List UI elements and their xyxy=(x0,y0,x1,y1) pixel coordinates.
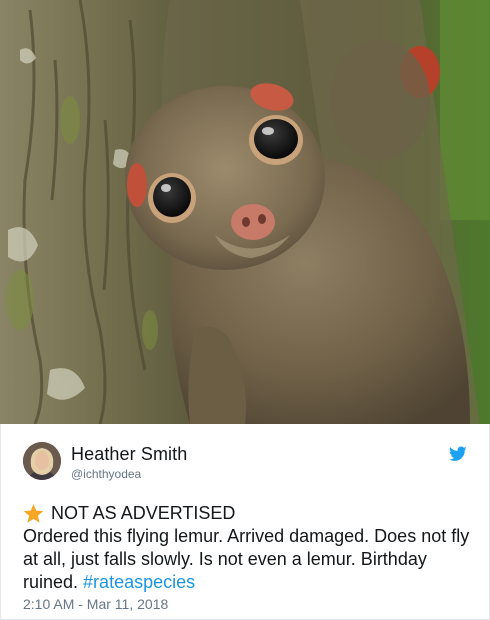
star-icon xyxy=(23,503,44,523)
author-handle[interactable]: @ichthyodea xyxy=(71,467,141,481)
twitter-bird-icon[interactable] xyxy=(449,446,467,462)
tweet-timestamp[interactable]: 2:10 AM - Mar 11, 2018 xyxy=(23,596,168,612)
tweet-photo[interactable] xyxy=(0,0,490,424)
tweet-card: Heather Smith @ichthyodea NOT AS ADVERTI… xyxy=(0,0,490,620)
tweet-text: NOT AS ADVERTISED Ordered this flying le… xyxy=(23,502,473,594)
author-name[interactable]: Heather Smith xyxy=(71,444,187,465)
avatar[interactable] xyxy=(23,442,61,480)
hashtag-link[interactable]: #rateaspecies xyxy=(83,572,195,592)
tweet-body: Heather Smith @ichthyodea NOT AS ADVERTI… xyxy=(0,424,490,620)
avatar-image xyxy=(23,442,61,480)
tweet-headline: NOT AS ADVERTISED xyxy=(51,503,236,523)
colugo-photo xyxy=(0,0,490,424)
